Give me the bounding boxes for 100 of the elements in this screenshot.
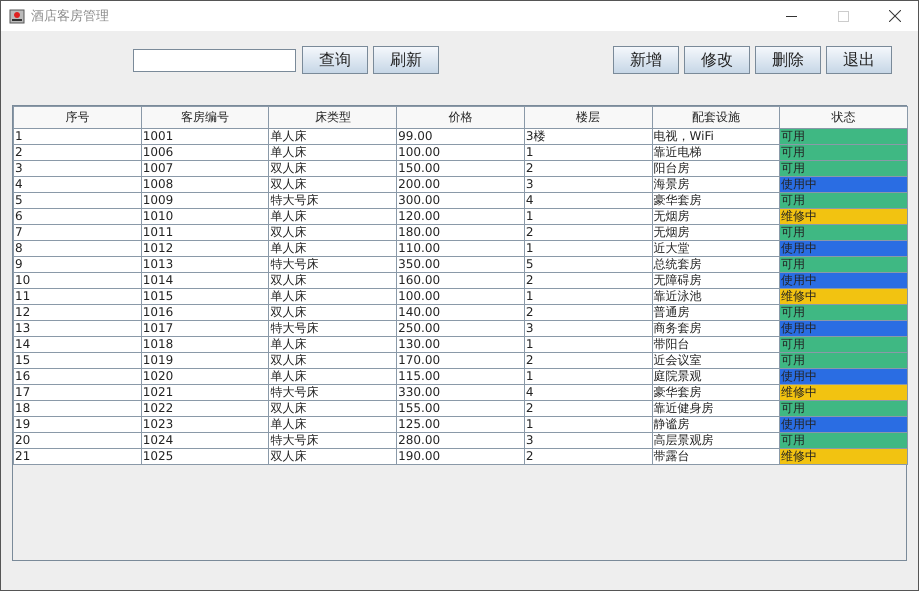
table-cell: 1006 — [141, 144, 269, 160]
table-cell: 1 — [524, 368, 652, 384]
table-cell: 1010 — [141, 208, 269, 224]
column-header[interactable]: 序号 — [14, 106, 142, 128]
table-cell: 2 — [524, 304, 652, 320]
table-cell: 155.00 — [396, 400, 524, 416]
table-cell: 近大堂 — [652, 240, 780, 256]
table-cell: 1018 — [141, 336, 269, 352]
table-cell: 1 — [524, 288, 652, 304]
table-cell: 120.00 — [396, 208, 524, 224]
table-cell: 豪华套房 — [652, 192, 780, 208]
table-cell: 10 — [14, 272, 142, 288]
toolbar-button[interactable]: 退出 — [826, 46, 892, 74]
table-cell: 300.00 — [396, 192, 524, 208]
table-cell: 9 — [14, 256, 142, 272]
search-field[interactable] — [133, 48, 296, 72]
table-cell: 7 — [14, 224, 142, 240]
window-title: 酒店客房管理 — [31, 8, 110, 25]
table-cell: 1011 — [141, 224, 269, 240]
table-cell: 双人床 — [268, 224, 397, 240]
status-cell: 使用中 — [780, 240, 908, 256]
column-header[interactable]: 楼层 — [524, 106, 652, 128]
table-cell: 总统套房 — [652, 256, 780, 272]
table-cell: 20 — [14, 432, 142, 448]
table-cell: 1 — [524, 240, 652, 256]
table-cell: 1 — [14, 128, 142, 144]
status-cell: 可用 — [780, 400, 908, 416]
status-cell: 可用 — [780, 224, 908, 240]
table-cell: 140.00 — [396, 304, 524, 320]
table-cell: 1025 — [141, 448, 269, 464]
toolbar-button[interactable]: 新增 — [613, 46, 679, 74]
table-cell: 海景房 — [652, 176, 780, 192]
table-cell: 双人床 — [268, 448, 397, 464]
table-cell: 双人床 — [268, 176, 397, 192]
table-cell: 350.00 — [396, 256, 524, 272]
table-cell: 2 — [524, 272, 652, 288]
table-cell: 商务套房 — [652, 320, 780, 336]
status-cell: 可用 — [780, 352, 908, 368]
table-cell: 100.00 — [396, 288, 524, 304]
column-header[interactable]: 配套设施 — [652, 106, 780, 128]
table-cell: 11 — [14, 288, 142, 304]
table-cell: 18 — [14, 400, 142, 416]
table-cell: 1 — [524, 416, 652, 432]
table-cell: 180.00 — [396, 224, 524, 240]
table-cell: 单人床 — [268, 128, 397, 144]
table-cell: 特大号床 — [268, 320, 397, 336]
table-cell: 1022 — [141, 400, 269, 416]
table-cell: 1008 — [141, 176, 269, 192]
table-cell: 3 — [14, 160, 142, 176]
table-cell: 21 — [14, 448, 142, 464]
table-cell: 普通房 — [652, 304, 780, 320]
table-cell: 单人床 — [268, 288, 397, 304]
table-cell: 特大号床 — [268, 384, 397, 400]
status-cell: 使用中 — [780, 416, 908, 432]
table-cell: 双人床 — [268, 160, 397, 176]
table-cell: 高层景观房 — [652, 432, 780, 448]
table-cell: 单人床 — [268, 208, 397, 224]
toolbar-button[interactable]: 修改 — [684, 46, 750, 74]
toolbar-button[interactable]: 删除 — [755, 46, 821, 74]
column-header[interactable]: 床类型 — [268, 106, 397, 128]
table-cell: 1015 — [141, 288, 269, 304]
close-icon — [889, 10, 901, 22]
table-cell: 5 — [524, 256, 652, 272]
table-cell: 330.00 — [396, 384, 524, 400]
table-cell: 1012 — [141, 240, 269, 256]
column-header[interactable]: 价格 — [396, 106, 524, 128]
table-cell: 12 — [14, 304, 142, 320]
table-cell: 双人床 — [268, 400, 397, 416]
table-cell: 1016 — [141, 304, 269, 320]
table-cell: 250.00 — [396, 320, 524, 336]
table-cell: 1013 — [141, 256, 269, 272]
table-cell: 1009 — [141, 192, 269, 208]
table-cell: 2 — [524, 160, 652, 176]
table-cell: 1021 — [141, 384, 269, 400]
table-cell: 单人床 — [268, 416, 397, 432]
table-cell: 庭院景观 — [652, 368, 780, 384]
table-cell: 3 — [524, 320, 652, 336]
table-cell: 3楼 — [524, 128, 652, 144]
toolbar-button[interactable]: 查询 — [302, 46, 368, 74]
table-cell: 15 — [14, 352, 142, 368]
table-cell: 阳台房 — [652, 160, 780, 176]
column-header[interactable]: 客房编号 — [141, 106, 269, 128]
status-cell: 维修中 — [780, 448, 908, 464]
status-cell: 可用 — [780, 128, 908, 144]
table-cell: 靠近健身房 — [652, 400, 780, 416]
toolbar-button[interactable]: 刷新 — [373, 46, 439, 74]
status-cell: 维修中 — [780, 384, 908, 400]
table-cell: 190.00 — [396, 448, 524, 464]
table-cell: 带露台 — [652, 448, 780, 464]
table-cell: 靠近电梯 — [652, 144, 780, 160]
table-cell: 1 — [524, 208, 652, 224]
table-cell: 单人床 — [268, 368, 397, 384]
table-cell: 静谧房 — [652, 416, 780, 432]
column-header[interactable]: 状态 — [780, 106, 908, 128]
table-cell: 280.00 — [396, 432, 524, 448]
table-cell: 16 — [14, 368, 142, 384]
table-cell: 1024 — [141, 432, 269, 448]
table-cell: 6 — [14, 208, 142, 224]
table-cell: 1 — [524, 144, 652, 160]
table-cell: 1023 — [141, 416, 269, 432]
